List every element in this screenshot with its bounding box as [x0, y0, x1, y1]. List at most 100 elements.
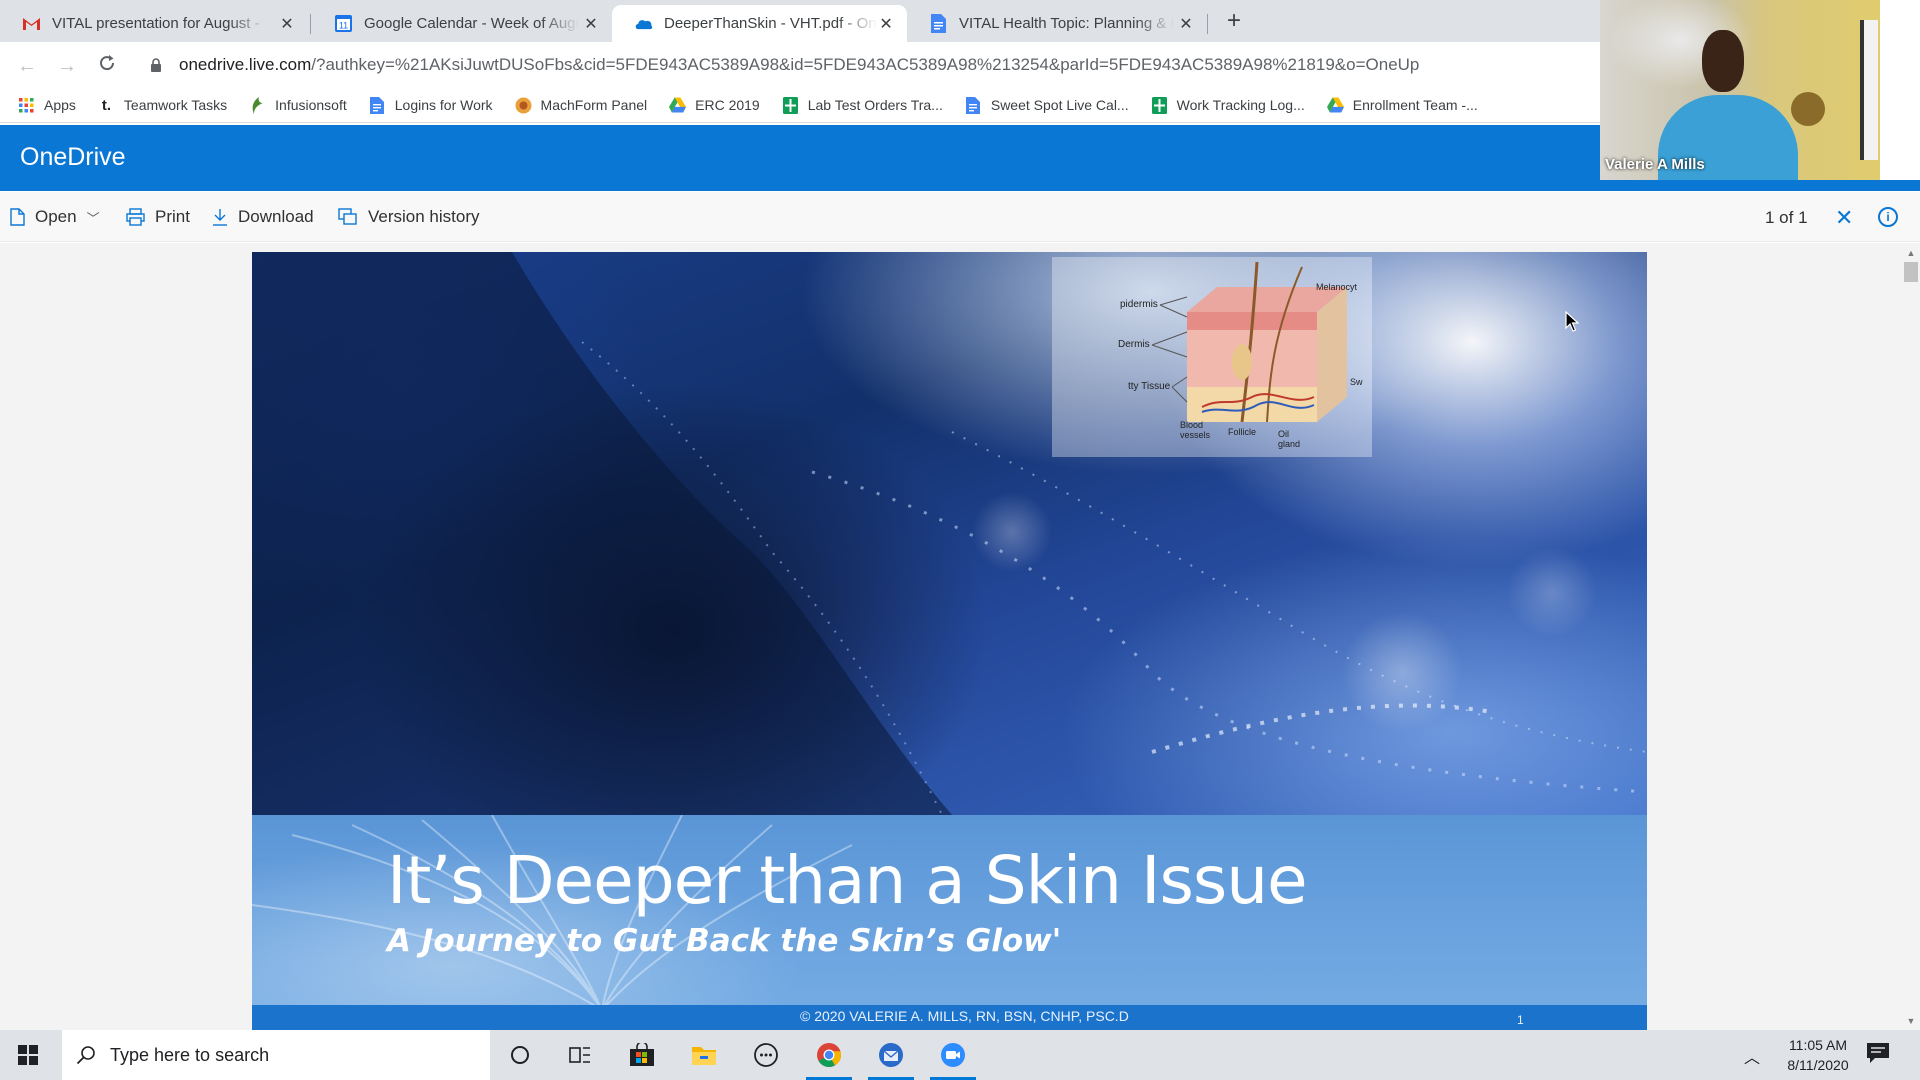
diagram-label-blood-vessels: Blood vessels [1180, 420, 1211, 440]
show-hidden-icons-button[interactable]: ︿ [1744, 1044, 1760, 1068]
vertical-scrollbar[interactable] [1902, 243, 1920, 1030]
slide-title: It’s Deeper than a Skin Issue [387, 842, 1308, 919]
slide-copyright: © 2020 VALERIE A. MILLS, RN, BSN, CNHP, … [800, 1008, 1129, 1024]
bookmark-label: Enrollment Team -... [1352, 97, 1478, 113]
sheets-icon [1151, 96, 1168, 114]
chat-bubble-icon [754, 1043, 778, 1067]
onedrive-brand[interactable]: OneDrive [20, 143, 126, 172]
tab-onedrive-pdf[interactable]: DeeperThanSkin - VHT.pdf - One ✕ [612, 5, 907, 42]
sparkle-water-texture [252, 252, 1647, 815]
start-button[interactable] [18, 1045, 38, 1069]
system-clock[interactable]: 11:05 AM 8/11/2020 [1768, 1035, 1868, 1075]
close-viewer-button[interactable]: ✕ [1835, 205, 1853, 231]
close-icon[interactable]: ✕ [278, 14, 296, 34]
slide-footer: © 2020 VALERIE A. MILLS, RN, BSN, CNHP, … [252, 1005, 1647, 1030]
docs-icon [965, 96, 982, 114]
tab-title: VITAL Health Topic: Planning & E [959, 15, 1174, 32]
cortana-button[interactable] [494, 1030, 546, 1080]
chevron-down-icon: ﹀ [86, 210, 100, 226]
video-side-strip [1880, 0, 1920, 180]
taskbar-search-box[interactable]: Type here to search [62, 1030, 490, 1080]
tab-google-calendar[interactable]: 11 Google Calendar - Week of Augu ✕ [312, 5, 612, 42]
docs-icon [369, 96, 386, 114]
bookmark-work-tracking-log[interactable]: Work Tracking Log... [1151, 96, 1305, 114]
notification-icon [1867, 1043, 1889, 1063]
forward-button[interactable]: → [53, 52, 81, 80]
machform-icon [515, 97, 532, 114]
mail-client-icon [879, 1043, 903, 1067]
bookmark-erc-2019[interactable]: ERC 2019 [669, 97, 760, 114]
slide-subtitle: A Journey to Gut Back the Skin’s Glow' [387, 923, 1062, 959]
chrome-icon [817, 1043, 842, 1068]
url-host: onedrive.live.com [179, 55, 312, 74]
bookmark-label: Infusionsoft [275, 97, 347, 113]
tab-separator [1207, 14, 1208, 34]
tab-gmail[interactable]: VITAL presentation for August - ✕ [0, 5, 308, 42]
bookmark-sweet-spot-live[interactable]: Sweet Spot Live Cal... [965, 96, 1129, 114]
download-label: Download [238, 207, 314, 226]
bookmarks-bar: Apps t. Teamwork Tasks Infusionsoft Logi… [0, 88, 1600, 123]
scroll-up-arrow[interactable]: ▲ [1905, 248, 1917, 258]
diagram-label-dermis: Dermis [1118, 339, 1150, 350]
chrome-button[interactable] [803, 1030, 855, 1080]
close-icon[interactable]: ✕ [1177, 14, 1195, 34]
tab-vital-health-topic[interactable]: VITAL Health Topic: Planning & E ✕ [907, 5, 1207, 42]
info-button[interactable]: i [1878, 207, 1898, 227]
tab-title: VITAL presentation for August - [52, 15, 260, 32]
address-bar[interactable]: onedrive.live.com/?authkey=%21AKsiJuwtDU… [137, 47, 1597, 83]
action-center-button[interactable] [1866, 1042, 1890, 1068]
download-button[interactable]: Download [212, 207, 314, 227]
messenger-app-button[interactable] [740, 1030, 792, 1080]
scroll-down-arrow[interactable]: ▼ [1905, 1016, 1917, 1026]
clock-time: 11:05 AM [1788, 1037, 1848, 1053]
onedrive-header-strip [1600, 180, 1920, 191]
onedrive-icon [634, 14, 653, 33]
reload-button[interactable] [93, 52, 121, 80]
bookmark-enrollment-team[interactable]: Enrollment Team -... [1326, 97, 1478, 114]
bookmark-logins-for-work[interactable]: Logins for Work [369, 96, 493, 114]
new-tab-button[interactable]: + [1220, 7, 1248, 35]
version-history-button[interactable]: Version history [338, 207, 480, 227]
bookmark-teamwork-tasks[interactable]: t. Teamwork Tasks [98, 97, 227, 114]
folder-icon [692, 1047, 716, 1065]
tab-title: DeeperThanSkin - VHT.pdf - One [664, 15, 878, 32]
mouse-cursor-icon [1565, 311, 1579, 332]
pdf-page: pidermis Dermis tty Tissue Blood vessels… [252, 252, 1647, 1030]
participant-name: Valerie A Mills [1605, 156, 1705, 173]
close-icon[interactable]: ✕ [582, 14, 600, 34]
thunderbird-button[interactable] [865, 1030, 917, 1080]
diagram-label-follicle: Follicle [1228, 427, 1257, 437]
bookmark-apps[interactable]: Apps [18, 97, 76, 114]
zoom-button[interactable] [927, 1030, 979, 1080]
bookmark-infusionsoft[interactable]: Infusionsoft [249, 96, 347, 114]
video-participant-tile[interactable]: Valerie A Mills [1600, 0, 1880, 180]
browser-tab-strip: VITAL presentation for August - ✕ 11 Goo… [0, 0, 1600, 42]
browser-toolbar: ← → onedrive.live.com/?authkey=%21AKsiJu… [0, 42, 1600, 88]
open-button[interactable]: Open ﹀ [10, 207, 100, 227]
file-explorer-button[interactable] [678, 1030, 730, 1080]
slide-background-image: pidermis Dermis tty Tissue Blood vessels… [252, 252, 1647, 815]
apps-grid-icon [18, 97, 35, 114]
reload-icon [100, 55, 115, 71]
back-button[interactable]: ← [13, 52, 41, 80]
teamwork-icon: t. [101, 96, 111, 114]
version-history-icon [338, 208, 357, 225]
microsoft-store-button[interactable] [616, 1030, 668, 1080]
infusionsoft-icon [249, 96, 266, 114]
command-bar: Open ﹀ Print Download Version history 1 … [0, 192, 1920, 242]
print-button[interactable]: Print [126, 207, 190, 227]
bookmark-lab-test-orders[interactable]: Lab Test Orders Tra... [782, 96, 943, 114]
close-icon[interactable]: ✕ [877, 14, 895, 34]
sheets-icon [782, 96, 799, 114]
print-label: Print [155, 207, 190, 226]
store-icon [630, 1043, 654, 1066]
scrollbar-thumb[interactable] [1904, 262, 1918, 282]
bookmark-label: Lab Test Orders Tra... [807, 97, 943, 113]
task-view-button[interactable] [554, 1030, 606, 1080]
windows-logo-icon [18, 1045, 38, 1065]
diagram-label-fatty-tissue: tty Tissue [1128, 381, 1171, 392]
video-participant-figure [1702, 30, 1744, 92]
windows-taskbar: Type here to search ︿ 11:05 AM 8/11/2020 [0, 1030, 1920, 1080]
bookmark-machform-panel[interactable]: MachForm Panel [515, 97, 647, 114]
diagram-label-oil-gland: Oil gland [1278, 429, 1301, 449]
